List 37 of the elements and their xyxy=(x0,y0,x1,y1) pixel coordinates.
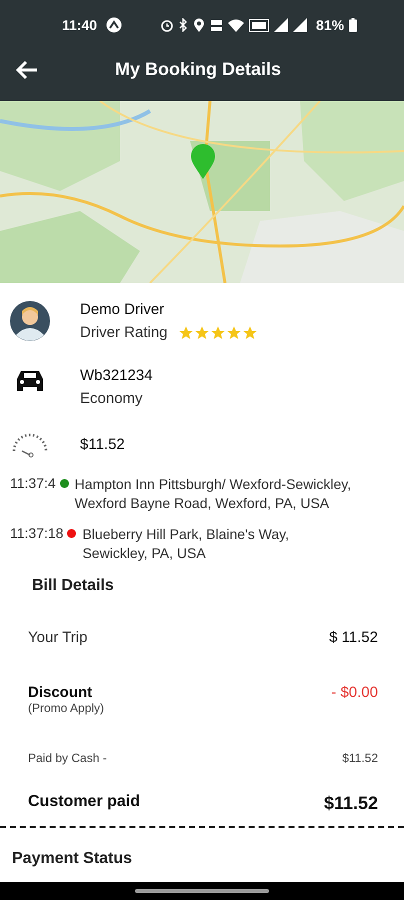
bill-amount: $ 11.52 xyxy=(329,629,378,646)
driver-name: Demo Driver xyxy=(80,301,166,318)
bill-note: (Promo Apply) xyxy=(28,701,104,715)
rating-label: Driver Rating xyxy=(80,324,168,341)
app-notification-icon xyxy=(106,17,122,33)
page-title: My Booking Details xyxy=(115,59,282,80)
battery-percent: 81% xyxy=(316,17,344,33)
wifi-icon xyxy=(228,18,244,32)
alarm-icon xyxy=(160,18,174,32)
bill-label: Customer paid xyxy=(28,793,140,811)
bill-label: Your Trip xyxy=(28,629,88,646)
location-address-line: Wexford Bayne Road, Wexford, PA, USA xyxy=(74,494,330,513)
vehicle-type: Economy xyxy=(80,390,144,407)
location-time: 11:37:4 xyxy=(10,475,56,491)
battery-icon xyxy=(349,18,358,32)
bill-amount: $11.52 xyxy=(342,751,378,765)
fare-amount: $11.52 xyxy=(80,436,125,452)
bill-amount: $11.52 xyxy=(324,793,378,814)
signal-icon xyxy=(274,18,288,32)
location-address-line: Sewickley, PA, USA xyxy=(82,544,206,563)
payment-status-title: Payment Status xyxy=(12,850,134,868)
back-arrow-icon[interactable] xyxy=(15,60,39,80)
bill-label: Discount xyxy=(28,684,94,701)
bluetooth-icon xyxy=(179,18,188,32)
bill-label: Paid by Cash - xyxy=(28,751,107,765)
location-icon xyxy=(193,18,206,32)
status-time: 11:40 xyxy=(62,17,98,33)
signal-icon xyxy=(293,18,308,32)
location-address-line: Hampton Inn Pittsburgh/ Wexford-Sewickley, xyxy=(74,475,352,494)
location-time: 11:37:18 xyxy=(10,525,64,541)
bill-amount: - $0.00 xyxy=(331,684,378,701)
bill-title: Bill Details xyxy=(32,577,115,595)
location-address-line: Blueberry Hill Park, Blaine's Way, xyxy=(82,525,289,544)
data-speed-icon xyxy=(210,18,224,32)
network-badge-icon xyxy=(249,18,270,32)
driver-avatar-icon xyxy=(10,301,50,341)
vehicle-number: Wb321234 xyxy=(80,367,153,384)
